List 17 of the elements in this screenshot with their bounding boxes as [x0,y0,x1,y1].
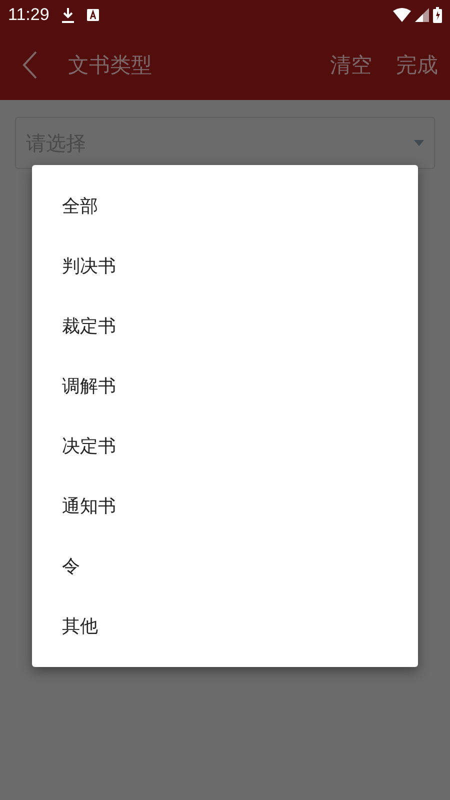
menu-item[interactable]: 令 [32,536,418,596]
wifi-icon [393,8,411,22]
menu-item[interactable]: 其他 [32,596,418,656]
menu-item[interactable]: 调解书 [32,356,418,416]
download-icon [61,7,76,23]
keyboard-notification-icon [87,9,100,21]
menu-item[interactable]: 全部 [32,176,418,236]
menu-item[interactable]: 决定书 [32,416,418,476]
signal-icon [415,8,429,22]
status-time: 11:29 [8,5,50,25]
menu-item[interactable]: 通知书 [32,476,418,536]
back-icon[interactable] [22,51,38,79]
menu-item[interactable]: 裁定书 [32,296,418,356]
dropdown-caret-icon [414,140,424,146]
page-title: 文书类型 [68,52,152,79]
battery-icon [433,7,442,23]
menu-item[interactable]: 判决书 [32,236,418,296]
